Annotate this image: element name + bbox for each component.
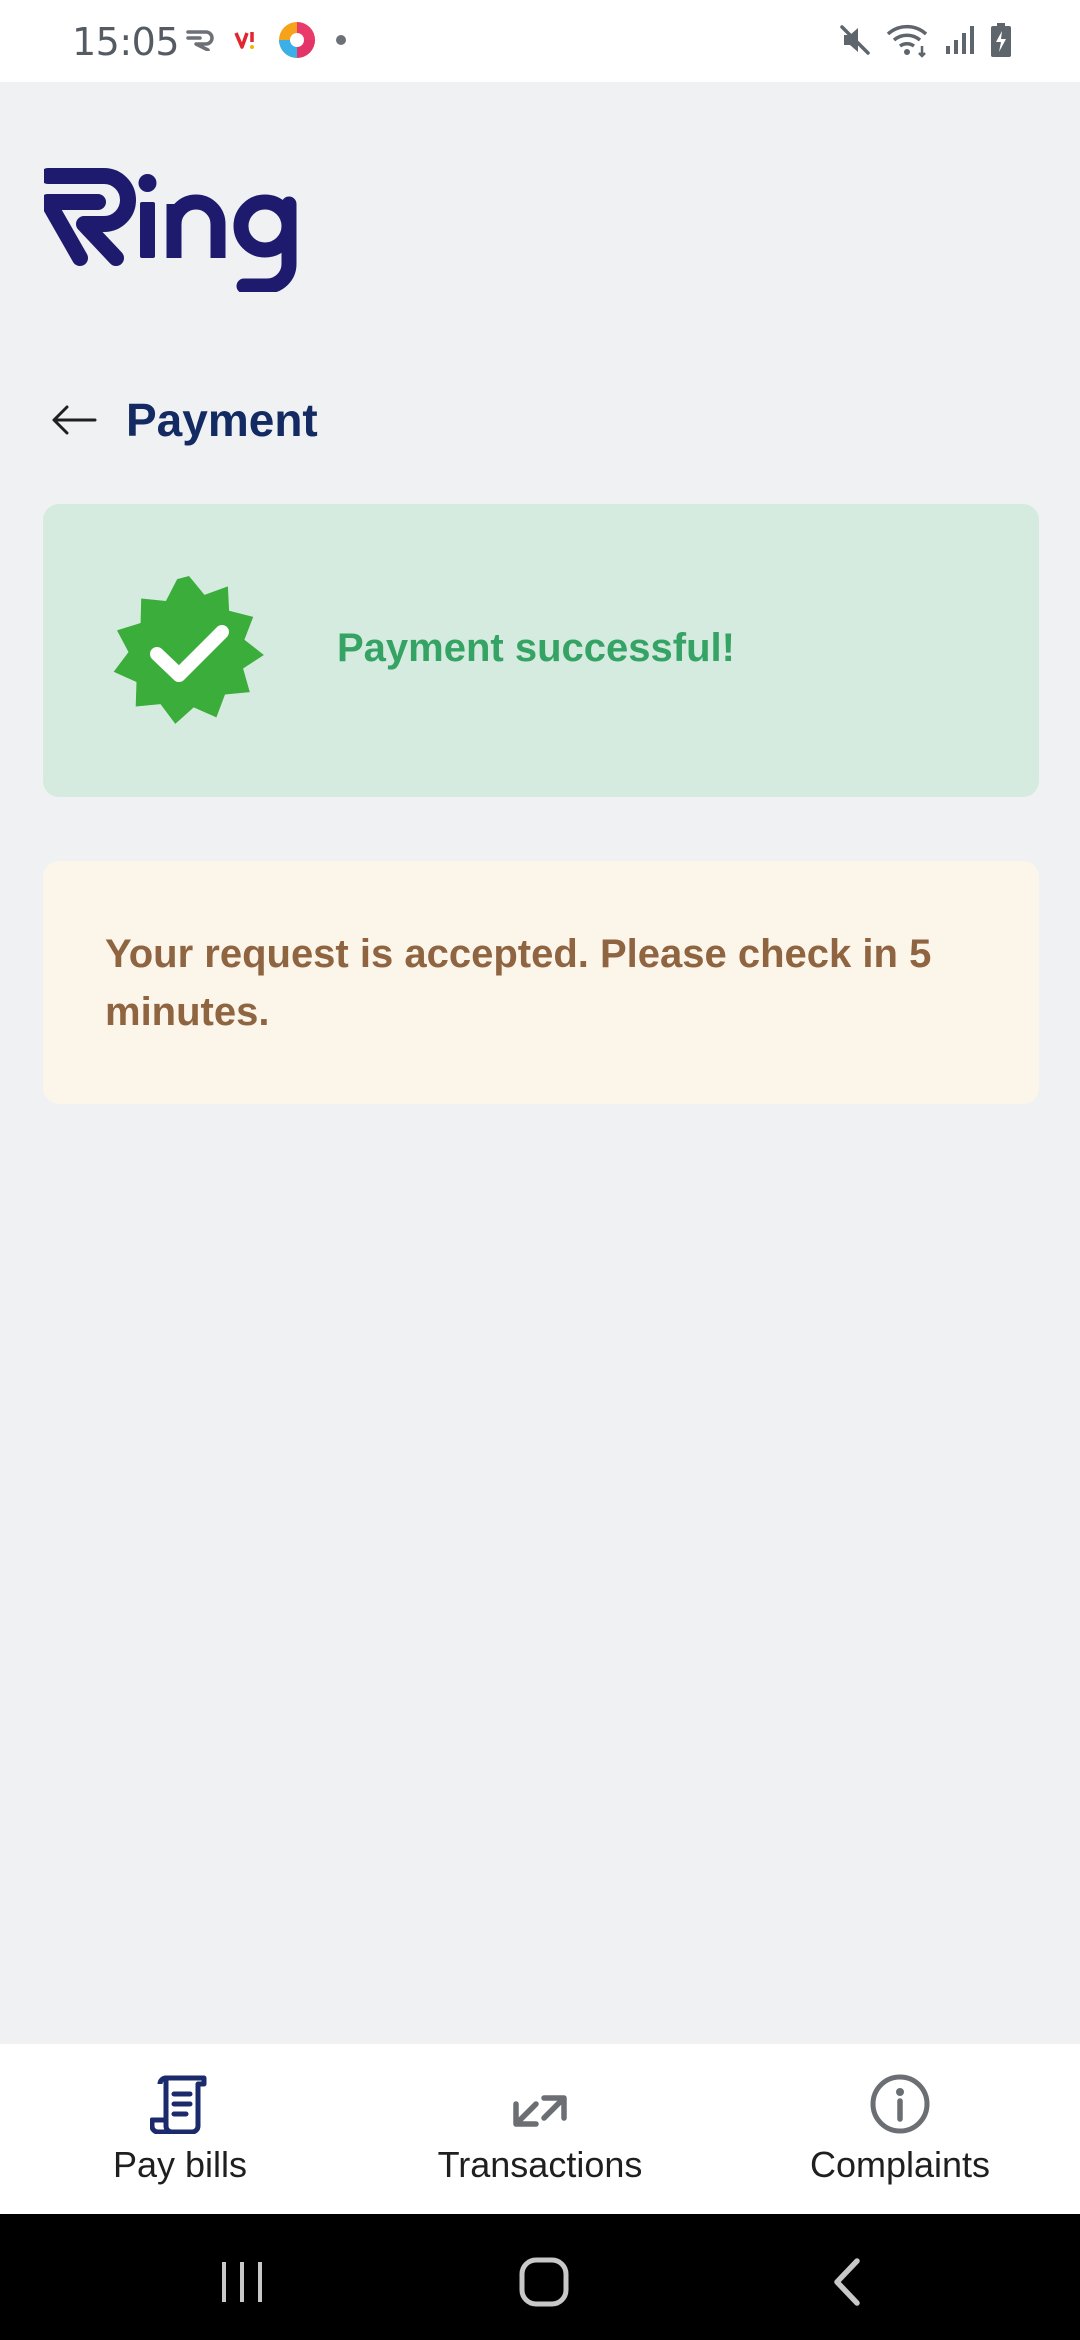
request-notice-message: Your request is accepted. Please check i… [105, 932, 932, 1034]
request-notice-card: Your request is accepted. Please check i… [43, 861, 1039, 1104]
home-button[interactable] [514, 2252, 574, 2312]
page-title: Payment [126, 394, 318, 446]
info-icon [868, 2072, 932, 2136]
page-header: Payment [44, 380, 318, 460]
battery-icon [990, 22, 1012, 63]
status-time: 15:05 [72, 20, 180, 64]
back-arrow-button[interactable] [44, 390, 104, 450]
colorful-app-icon [278, 21, 316, 64]
signal-icon [944, 24, 976, 61]
payment-success-card: Payment successful! [43, 504, 1039, 797]
wifi-icon [886, 22, 930, 63]
home-icon [519, 2257, 569, 2307]
recents-icon [222, 2262, 262, 2302]
dot-icon [334, 33, 348, 52]
bill-icon [148, 2072, 212, 2136]
status-notification-icons [186, 21, 348, 64]
back-button[interactable] [816, 2252, 876, 2312]
status-system-icons [838, 22, 1012, 62]
nav-label: Pay bills [112, 2144, 248, 2185]
vi-carrier-icon [234, 29, 260, 56]
ring-app-icon [186, 29, 216, 56]
system-navigation-bar [0, 2214, 1080, 2340]
status-bar: 15:05 [0, 0, 1080, 82]
ring-logo [40, 168, 309, 294]
payment-success-message: Payment successful! [337, 626, 735, 670]
back-arrow-icon [52, 405, 97, 435]
nav-complaints[interactable]: Complaints [720, 2044, 1080, 2214]
nav-label: Transactions [437, 2144, 643, 2185]
nav-label: Complaints [809, 2144, 991, 2185]
back-chevron-icon [834, 2258, 860, 2306]
mute-icon [838, 23, 872, 62]
recents-button[interactable] [212, 2252, 272, 2312]
transactions-arrows-icon [508, 2072, 572, 2136]
nav-pay-bills[interactable]: Pay bills [0, 2044, 360, 2214]
bottom-navigation: Pay bills Transactions Complaints [0, 2044, 1080, 2214]
nav-transactions[interactable]: Transactions [360, 2044, 720, 2214]
verified-badge-icon [111, 574, 267, 730]
